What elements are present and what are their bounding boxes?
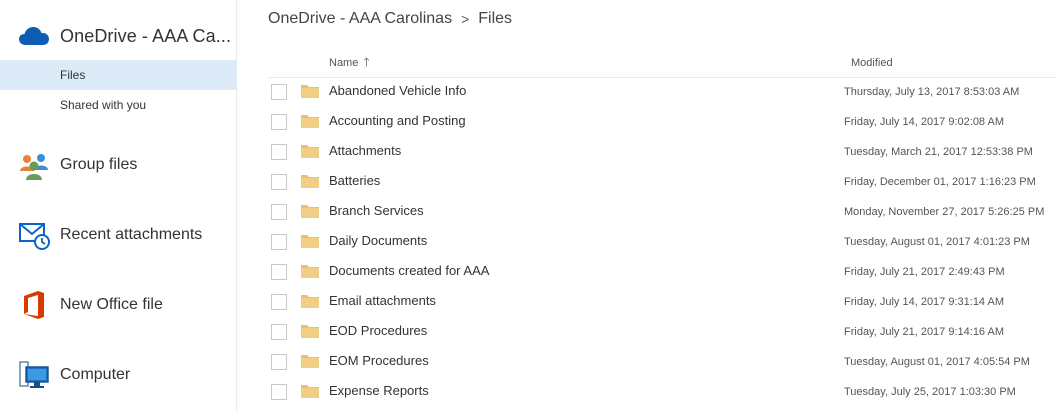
row-checkbox[interactable]	[271, 204, 287, 220]
table-row[interactable]: Batteries Friday, December 01, 2017 1:16:…	[268, 166, 1057, 196]
sidebar: OneDrive - AAA Ca... Files Shared with y…	[0, 0, 237, 412]
file-name[interactable]: Expense Reports	[329, 383, 429, 398]
column-header-name-label: Name	[329, 57, 359, 69]
row-checkbox[interactable]	[271, 234, 287, 250]
file-name[interactable]: Daily Documents	[329, 233, 427, 248]
breadcrumb-root[interactable]: OneDrive - AAA Carolinas	[268, 10, 452, 28]
file-name[interactable]: EOD Procedures	[329, 323, 427, 338]
file-name[interactable]: EOM Procedures	[329, 353, 429, 368]
onedrive-header[interactable]: OneDrive - AAA Ca...	[18, 22, 231, 50]
office-icon	[18, 289, 50, 321]
file-name[interactable]: Accounting and Posting	[329, 113, 466, 128]
folder-icon	[301, 384, 319, 398]
folder-icon	[301, 294, 319, 308]
table-row[interactable]: Expense Reports Tuesday, July 25, 2017 1:…	[268, 376, 1057, 406]
table-row[interactable]: Accounting and Posting Friday, July 14, 2…	[268, 106, 1057, 136]
row-checkbox[interactable]	[271, 324, 287, 340]
sort-ascending-icon: 🡑	[363, 54, 370, 69]
sidebar-item-shared-with-you[interactable]: Shared with you	[0, 90, 237, 120]
folder-icon	[301, 354, 319, 368]
folder-icon	[301, 144, 319, 158]
app-title: OneDrive - AAA Ca...	[60, 25, 232, 46]
nav-new-office-file-label: New Office file	[60, 296, 163, 313]
column-header-modified[interactable]: Modified	[851, 52, 893, 74]
file-name[interactable]: Documents created for AAA	[329, 263, 489, 278]
file-modified: Tuesday, August 01, 2017 4:05:54 PM	[844, 356, 1030, 368]
nav-new-office-file[interactable]: New Office file	[18, 287, 163, 323]
group-icon	[18, 149, 50, 181]
computer-icon	[18, 359, 50, 391]
nav-computer[interactable]: Computer	[18, 357, 130, 393]
folder-icon	[301, 264, 319, 278]
row-checkbox[interactable]	[271, 294, 287, 310]
row-checkbox[interactable]	[271, 174, 287, 190]
file-modified: Monday, November 27, 2017 5:26:25 PM	[844, 206, 1045, 218]
table-row[interactable]: Email attachments Friday, July 14, 2017 9…	[268, 286, 1057, 316]
folder-icon	[301, 204, 319, 218]
table-row[interactable]: Attachments Tuesday, March 21, 2017 12:53…	[268, 136, 1057, 166]
row-checkbox[interactable]	[271, 384, 287, 400]
table-row[interactable]: Branch Services Monday, November 27, 2017…	[268, 196, 1057, 226]
row-checkbox[interactable]	[271, 84, 287, 100]
file-modified: Friday, July 14, 2017 9:02:08 AM	[844, 116, 1004, 128]
breadcrumb: OneDrive - AAA Carolinas > Files	[268, 8, 512, 30]
column-header-modified-label: Modified	[851, 57, 893, 69]
file-list: Abandoned Vehicle Info Thursday, July 13,…	[268, 76, 1057, 406]
column-header-name[interactable]: Name 🡑	[329, 52, 370, 74]
file-name[interactable]: Abandoned Vehicle Info	[329, 83, 466, 98]
file-modified: Friday, July 21, 2017 2:49:43 PM	[844, 266, 1005, 278]
file-name[interactable]: Batteries	[329, 173, 380, 188]
table-row[interactable]: EOD Procedures Friday, July 21, 2017 9:14…	[268, 316, 1057, 346]
folder-icon	[301, 324, 319, 338]
folder-icon	[301, 234, 319, 248]
row-checkbox[interactable]	[271, 264, 287, 280]
mail-clock-icon	[18, 219, 50, 251]
table-row[interactable]: Daily Documents Tuesday, August 01, 2017 …	[268, 226, 1057, 256]
nav-recent-attachments-label: Recent attachments	[60, 226, 203, 243]
folder-icon	[301, 174, 319, 188]
file-name[interactable]: Email attachments	[329, 293, 436, 308]
nav-group-files-label: Group files	[60, 156, 138, 173]
file-name[interactable]: Branch Services	[329, 203, 424, 218]
file-modified: Tuesday, July 25, 2017 1:03:30 PM	[844, 386, 1016, 398]
table-row[interactable]: Abandoned Vehicle Info Thursday, July 13,…	[268, 76, 1057, 106]
breadcrumb-separator: >	[461, 11, 470, 27]
folder-icon	[301, 114, 319, 128]
table-row[interactable]: Documents created for AAA Friday, July 21…	[268, 256, 1057, 286]
file-name[interactable]: Attachments	[329, 143, 401, 158]
nav-computer-label: Computer	[60, 366, 131, 383]
file-modified: Thursday, July 13, 2017 8:53:03 AM	[844, 86, 1020, 98]
file-modified: Tuesday, March 21, 2017 12:53:38 PM	[844, 146, 1033, 158]
folder-icon	[301, 84, 319, 98]
file-modified: Friday, July 21, 2017 9:14:16 AM	[844, 326, 1004, 338]
nav-recent-attachments[interactable]: Recent attachments	[18, 217, 202, 253]
nav-group-files[interactable]: Group files	[18, 147, 137, 183]
sidebar-item-files[interactable]: Files	[0, 60, 237, 90]
row-checkbox[interactable]	[271, 144, 287, 160]
file-modified: Friday, December 01, 2017 1:16:23 PM	[844, 176, 1036, 188]
row-checkbox[interactable]	[271, 114, 287, 130]
file-modified: Tuesday, August 01, 2017 4:01:23 PM	[844, 236, 1030, 248]
breadcrumb-current: Files	[478, 10, 513, 27]
onedrive-cloud-icon	[18, 24, 50, 48]
row-checkbox[interactable]	[271, 354, 287, 370]
table-row[interactable]: EOM Procedures Tuesday, August 01, 2017 4…	[268, 346, 1057, 376]
file-modified: Friday, July 14, 2017 9:31:14 AM	[844, 296, 1004, 308]
